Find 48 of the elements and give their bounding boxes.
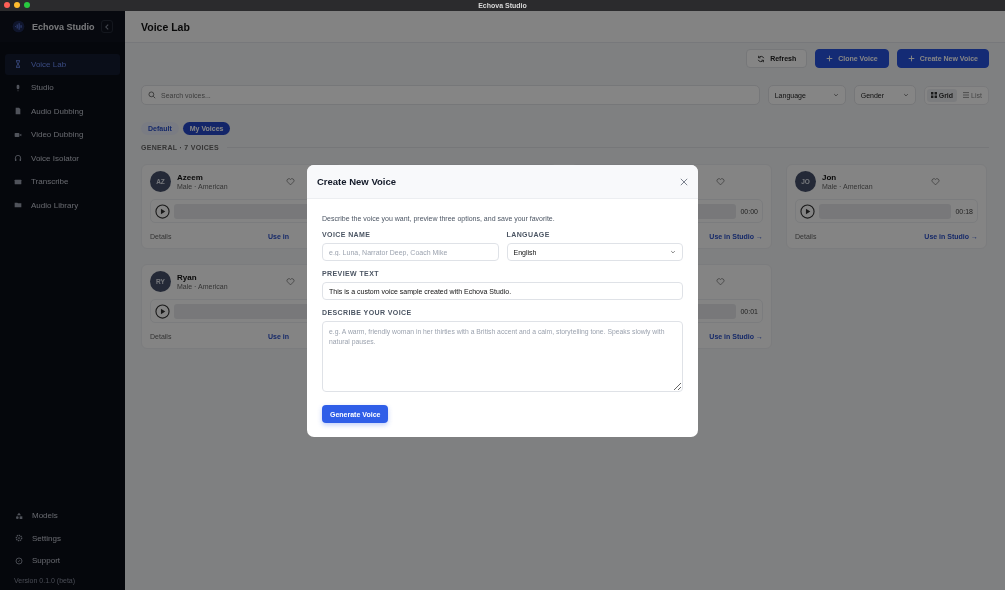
captions-icon (14, 177, 22, 186)
nav-item[interactable]: Transcribe (5, 171, 120, 192)
folder-icon (14, 201, 22, 210)
plus-icon (907, 55, 915, 62)
dialog-title: Create New Voice (317, 176, 397, 187)
page-title: Voice Lab (141, 20, 190, 33)
nav-item[interactable]: Voice Isolator (5, 148, 120, 169)
voice-name: Jon (822, 172, 838, 182)
grid-icon (930, 92, 937, 98)
play-icon[interactable] (800, 203, 815, 219)
heart-icon[interactable] (286, 176, 295, 186)
search-icon (148, 91, 156, 99)
nav-item[interactable]: Voice Lab (5, 54, 120, 75)
collapse-button[interactable] (101, 20, 113, 33)
chevron-down-icon (670, 249, 676, 255)
nav-item[interactable]: Settings (5, 528, 120, 549)
zoom-light[interactable] (24, 2, 30, 8)
logo-icon (12, 19, 25, 34)
nav-item[interactable]: Audio Library (5, 195, 120, 216)
settings-icon (15, 534, 23, 543)
heart-icon[interactable] (286, 276, 295, 286)
nav-item[interactable]: Studio (5, 77, 120, 98)
plus-icon (826, 55, 834, 62)
shapes-icon (15, 511, 23, 520)
document-icon (14, 107, 22, 116)
nav-item[interactable]: Models (5, 505, 120, 526)
chevron-down-icon (832, 92, 839, 98)
play-icon[interactable] (155, 303, 170, 319)
chevron-down-icon (902, 92, 909, 98)
refresh-icon (757, 54, 766, 63)
close-icon[interactable] (680, 177, 688, 186)
heart-icon[interactable] (931, 176, 940, 186)
heart-icon[interactable] (716, 276, 725, 286)
voice-name: Azeem (177, 172, 204, 182)
minimize-light[interactable] (14, 2, 20, 8)
list-icon (963, 92, 970, 98)
nav-item[interactable]: Video Dubbing (5, 124, 120, 145)
play-icon[interactable] (155, 203, 170, 219)
headphones-icon (14, 154, 22, 163)
close-light[interactable] (4, 2, 10, 8)
hourglass-icon (14, 60, 22, 69)
nav-item[interactable]: Audio Dubbing (5, 101, 120, 122)
voice-name: Ryan (177, 272, 198, 282)
nav-item[interactable]: Support (5, 550, 120, 571)
heart-icon[interactable] (716, 176, 725, 186)
app-name: Echova Studio (31, 21, 95, 32)
microphone-icon (14, 83, 22, 92)
help-icon (15, 556, 23, 565)
